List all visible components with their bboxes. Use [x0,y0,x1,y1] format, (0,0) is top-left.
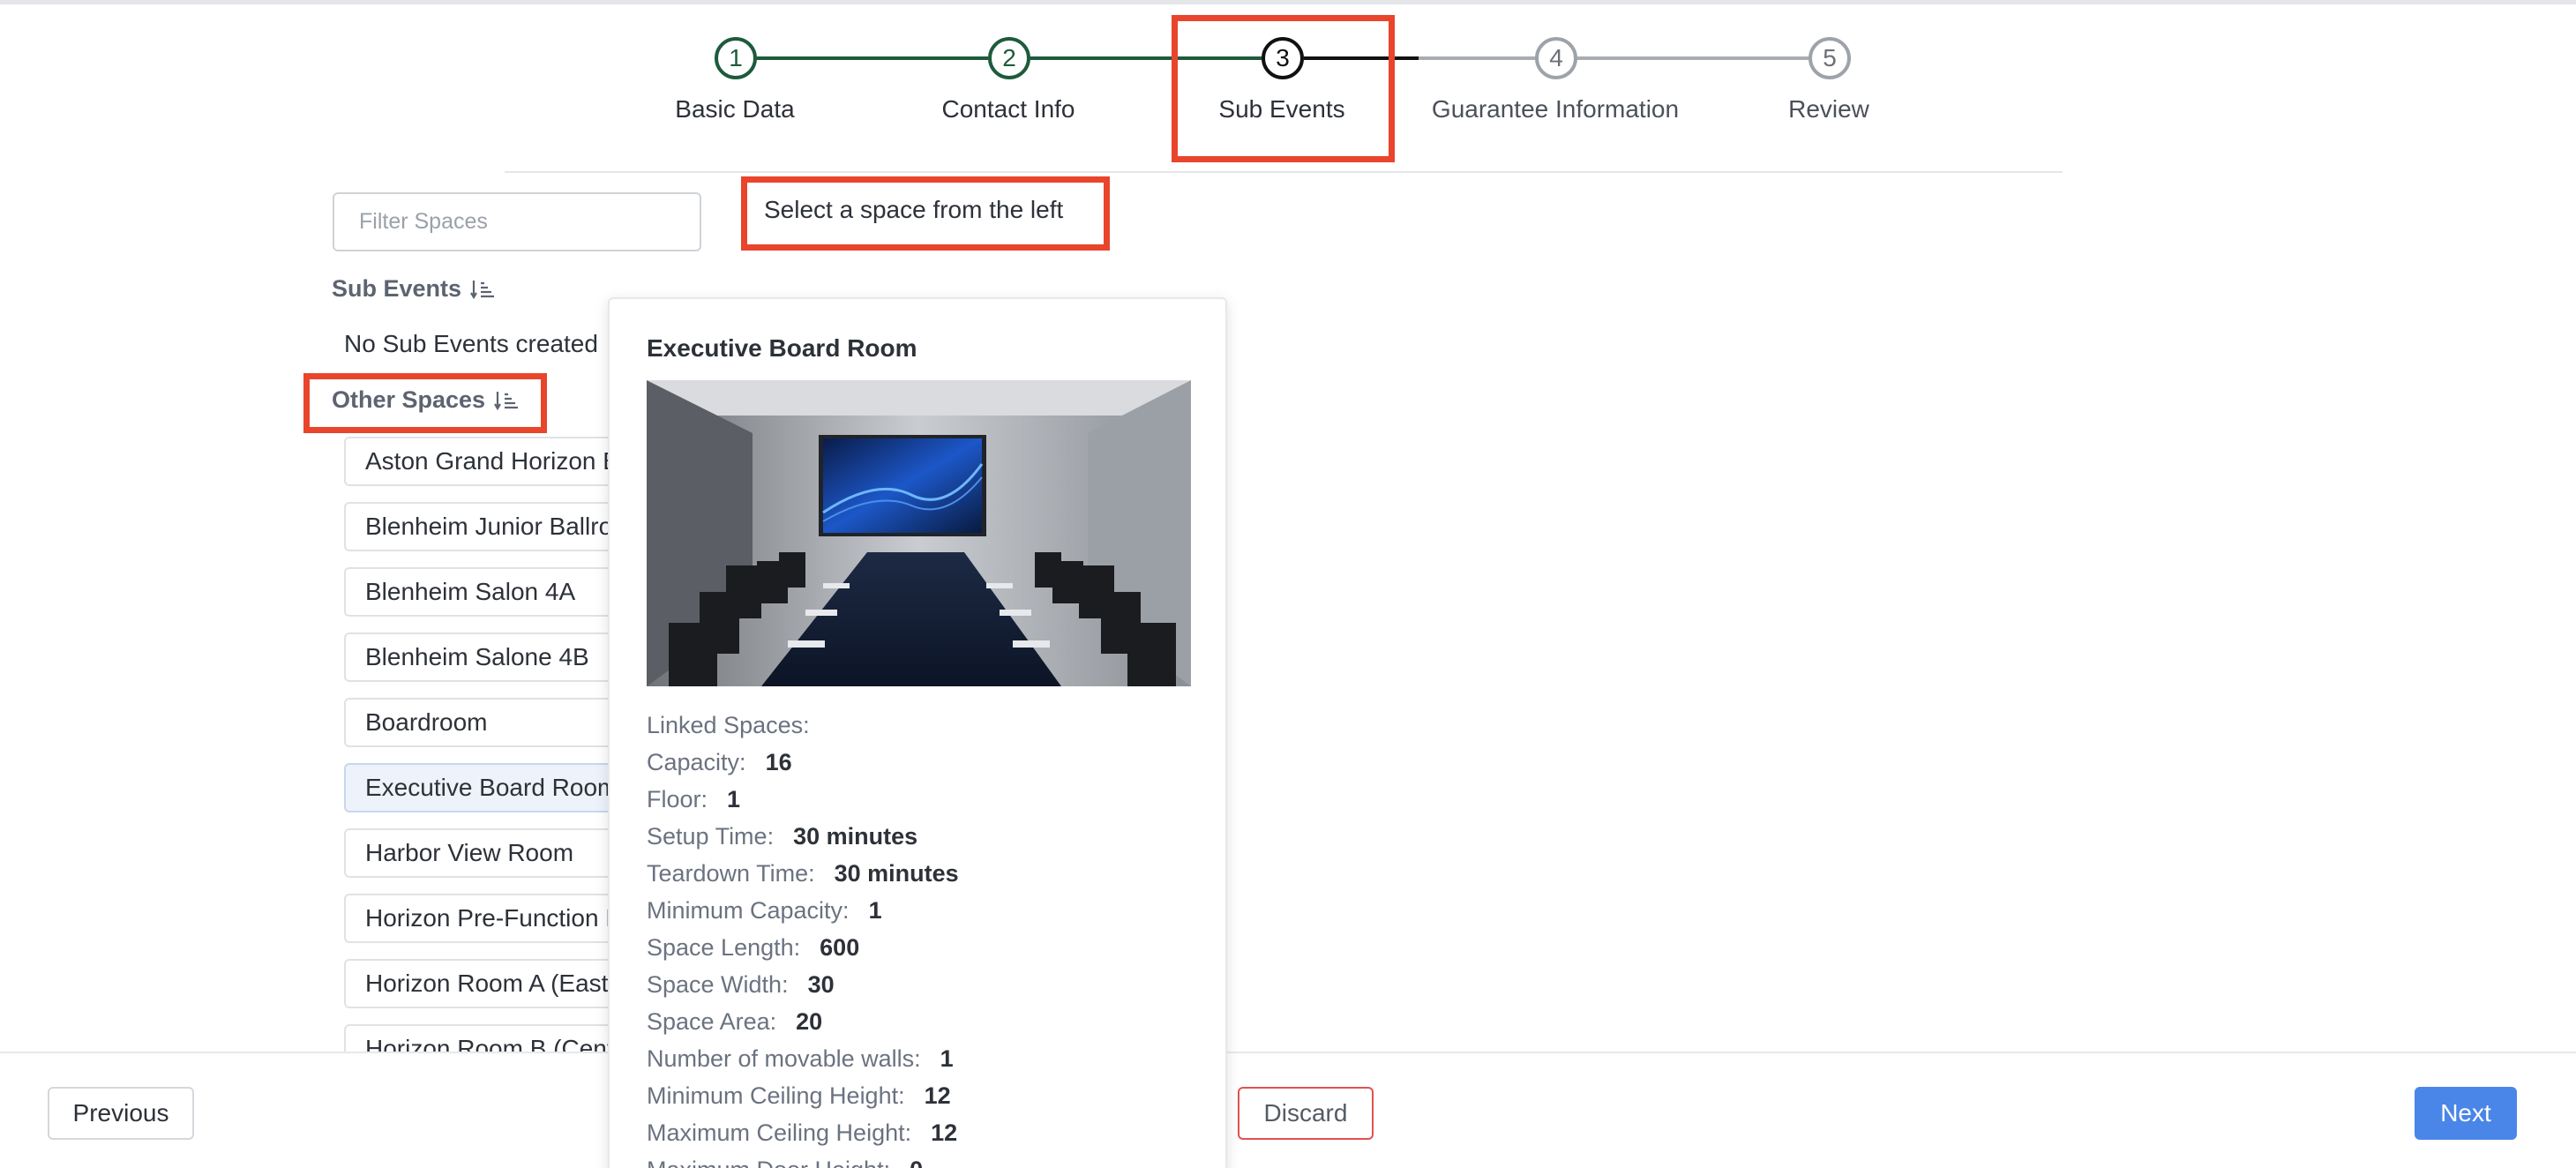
step-1-label[interactable]: Basic Data [675,95,794,124]
property-value: 1 [727,785,741,812]
stepper-connector [757,56,988,60]
property-value: 1 [868,896,882,924]
property-value: 16 [765,748,792,775]
property-row: Linked Spaces: [647,707,959,744]
stepper-connector [1577,56,1808,60]
sub-events-empty-text: No Sub Events created [344,330,598,357]
space-item[interactable]: Blenheim Junior Ballroom [344,502,626,551]
space-item[interactable]: Aston Grand Horizon Ballroom [344,437,626,486]
highlight-box-sub-events-step [1172,15,1395,162]
property-label: Teardown Time: [647,859,815,887]
property-row: Minimum Ceiling Height: 12 [647,1077,959,1114]
property-label: Capacity: [647,748,746,775]
step-5-label[interactable]: Review [1788,95,1869,124]
property-row: Space Width: 30 [647,966,959,1003]
property-row: Space Area: 20 [647,1003,959,1040]
property-value: 30 [807,970,835,998]
step-2-circle[interactable]: 2 [988,37,1030,79]
property-row: Maximum Ceiling Height: 12 [647,1114,959,1151]
space-item[interactable]: Boardroom [344,698,626,747]
property-value: 1 [940,1044,954,1072]
property-row: Floor: 1 [647,781,959,818]
property-label: Number of movable walls: [647,1044,921,1072]
property-label: Setup Time: [647,822,775,850]
space-item[interactable]: Horizon Pre-Function Foyer [344,894,626,943]
property-label: Floor: [647,785,708,812]
step-2-label[interactable]: Contact Info [942,95,1075,124]
property-label: Minimum Capacity: [647,896,850,924]
previous-button[interactable]: Previous [48,1087,194,1140]
property-value: 30 minutes [793,822,918,850]
sub-events-heading[interactable]: Sub Events [332,275,495,303]
conference-room-image [647,380,1191,686]
step-4-circle[interactable]: 4 [1535,37,1577,79]
discard-button[interactable]: Discard [1238,1087,1374,1140]
sub-events-heading-text: Sub Events [332,275,462,302]
step-number: 2 [1002,44,1016,71]
stepper-connector [1419,56,1535,60]
property-label: Maximum Ceiling Height: [647,1119,912,1146]
property-value: 20 [796,1007,823,1035]
step-number: 1 [729,44,743,71]
space-item[interactable]: Horizon Room A (East Wing) [344,959,626,1008]
space-item[interactable]: Harbor View Room [344,828,626,878]
stepper-divider [505,171,2063,173]
property-row: Maximum Door Height: 0 [647,1151,959,1168]
step-number: 4 [1549,44,1563,71]
property-value: 12 [924,1082,951,1109]
property-label: Maximum Door Height: [647,1157,890,1168]
space-list: Aston Grand Horizon Ballroom Blenheim Ju… [344,423,626,1052]
property-label: Space Area: [647,1007,777,1035]
space-details-title: Executive Board Room [647,334,917,362]
property-value: 600 [820,933,860,961]
step-5-circle[interactable]: 5 [1808,37,1851,79]
property-label: Minimum Ceiling Height: [647,1082,905,1109]
next-button[interactable]: Next [2415,1087,2517,1140]
property-label: Space Length: [647,933,801,961]
highlight-box-other-spaces [303,373,547,433]
sort-icon[interactable] [470,279,495,300]
step-4-label[interactable]: Guarantee Information [1432,95,1679,124]
step-1-circle[interactable]: 1 [715,37,757,79]
property-row: Space Length: 600 [647,929,959,966]
property-value: 0 [910,1157,923,1168]
property-row: Setup Time: 30 minutes [647,818,959,855]
property-value: 30 minutes [834,859,959,887]
highlight-box-select-prompt [741,176,1110,251]
space-item[interactable]: Horizon Room B (Center) [344,1024,626,1052]
property-label: Space Width: [647,970,789,998]
property-row: Teardown Time: 30 minutes [647,855,959,892]
space-item[interactable]: Blenheim Salon 4A [344,567,626,617]
property-row: Number of movable walls: 1 [647,1040,959,1077]
filter-spaces-input[interactable]: Filter Spaces [333,192,701,251]
footer-bar: Previous Discard Next [0,1052,2576,1168]
property-label: Linked Spaces: [647,711,810,738]
property-value: 12 [931,1119,958,1146]
space-item[interactable]: Blenheim Salone 4B [344,633,626,682]
space-item-selected[interactable]: Executive Board Room [344,763,626,812]
space-properties: Linked Spaces: Capacity: 16 Floor: 1 Setup… [647,707,959,1168]
property-row: Minimum Capacity: 1 [647,892,959,929]
property-row: Capacity: 16 [647,744,959,781]
conference-room-photo [647,380,1191,686]
step-number: 5 [1823,44,1837,71]
space-details-popover: Executive Board Room Linked Spaces: Capa… [608,297,1227,1168]
